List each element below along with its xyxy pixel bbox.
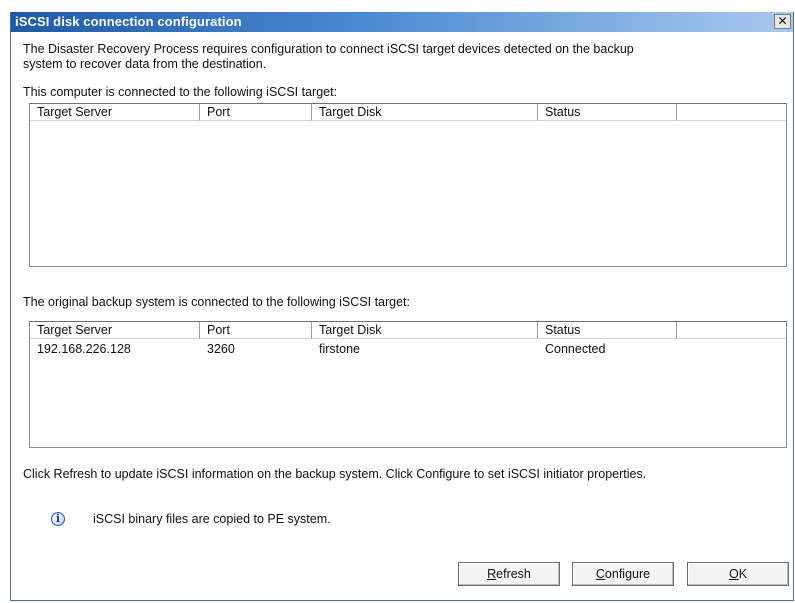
original-target-list[interactable]: Target Server Port Target Disk Status 19… — [29, 321, 787, 448]
cell-target-disk: firstone — [319, 342, 360, 356]
configure-button[interactable]: Configure — [572, 562, 674, 586]
configure-label: onfigure — [604, 567, 651, 581]
intro-line-1: The Disaster Recovery Process requires c… — [23, 42, 634, 56]
table-row[interactable]: 192.168.226.128 3260 firstone Connected — [30, 341, 786, 357]
original-list-header: Target Server Port Target Disk Status — [30, 322, 786, 339]
column-header-status[interactable]: Status — [538, 322, 677, 339]
column-header-port[interactable]: Port — [200, 322, 312, 339]
column-header-status[interactable]: Status — [538, 104, 677, 121]
column-header-target-server[interactable]: Target Server — [30, 322, 200, 339]
column-header-target-server[interactable]: Target Server — [30, 104, 200, 121]
column-header-port[interactable]: Port — [200, 104, 312, 121]
column-header-blank[interactable] — [677, 104, 786, 121]
current-list-header: Target Server Port Target Disk Status — [30, 104, 786, 121]
refresh-accel: R — [487, 567, 497, 581]
intro-line-2: system to recover data from the destinat… — [23, 57, 267, 71]
close-icon[interactable]: ✕ — [774, 14, 791, 29]
dialog-title: iSCSI disk connection configuration — [15, 14, 242, 29]
refresh-label: efresh — [496, 567, 531, 581]
info-icon: i — [51, 512, 65, 526]
column-header-blank[interactable] — [677, 322, 786, 339]
ok-button[interactable]: OK — [687, 562, 789, 586]
dialog-window: iSCSI disk connection configuration ✕ Th… — [10, 12, 794, 601]
current-target-label: This computer is connected to the follow… — [23, 85, 338, 99]
ok-label: K — [738, 567, 748, 581]
cell-target-server: 192.168.226.128 — [37, 342, 131, 356]
column-header-target-disk[interactable]: Target Disk — [312, 104, 538, 121]
cell-port: 3260 — [207, 342, 235, 356]
info-message: iSCSI binary files are copied to PE syst… — [93, 512, 331, 526]
column-header-target-disk[interactable]: Target Disk — [312, 322, 538, 339]
current-target-list[interactable]: Target Server Port Target Disk Status — [29, 103, 787, 267]
original-target-label: The original backup system is connected … — [23, 295, 411, 309]
title-bar[interactable]: iSCSI disk connection configuration ✕ — [11, 12, 793, 32]
ok-accel: O — [728, 567, 739, 581]
help-text: Click Refresh to update iSCSI informatio… — [23, 467, 647, 481]
configure-accel: C — [595, 567, 605, 581]
cell-status: Connected — [545, 342, 606, 356]
refresh-button[interactable]: Refresh — [458, 562, 560, 586]
